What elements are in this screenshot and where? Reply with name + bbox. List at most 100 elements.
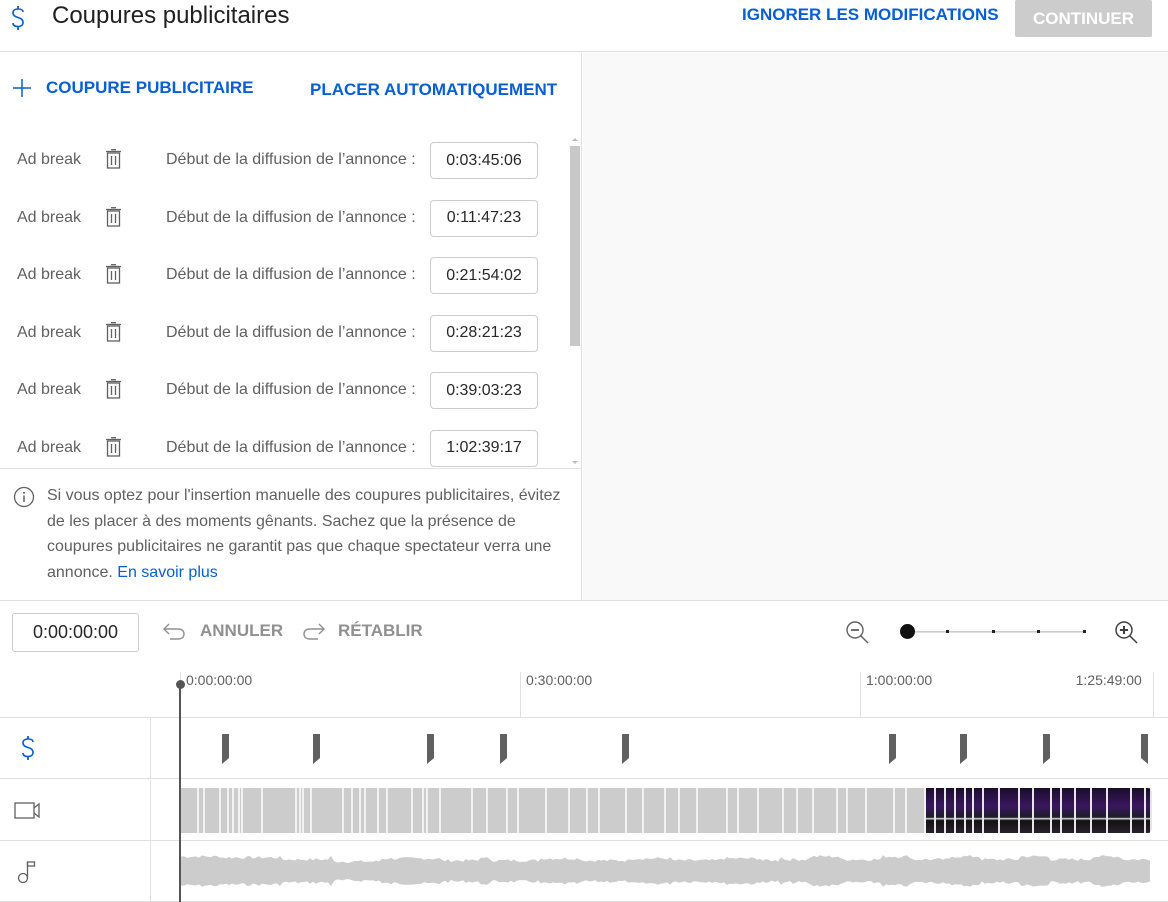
ad-start-time-input[interactable]: [430, 314, 538, 352]
video-thumbnail: [966, 788, 974, 833]
video-segment: [344, 788, 353, 833]
zoom-in-icon[interactable]: [1113, 619, 1139, 645]
video-segment: [388, 788, 413, 833]
ad-break-list: Ad break Début de la diffusion de l’annon…: [0, 136, 568, 468]
info-icon: [13, 486, 35, 508]
video-thumbnail: [946, 788, 956, 833]
ruler-tick-line: [1152, 672, 1154, 718]
video-segment: [570, 788, 588, 833]
ad-break-marker[interactable]: [312, 734, 321, 764]
video-segment: [588, 788, 600, 833]
ad-break-marker[interactable]: [221, 734, 230, 764]
ad-break-marker[interactable]: [889, 734, 897, 764]
ad-start-time-input[interactable]: [430, 429, 538, 467]
video-segment: [353, 788, 361, 833]
undo-icon: [163, 623, 185, 640]
video-thumbnail: [1020, 788, 1034, 833]
ad-break-label: Ad break: [17, 208, 82, 226]
video-segment: [698, 788, 728, 833]
ad-start-label: Début de la diffusion de l’annonce :: [166, 381, 416, 398]
add-ad-break-button[interactable]: COUPURE PUBLICITAIRE: [12, 78, 253, 98]
ad-break-marker[interactable]: [1042, 734, 1051, 764]
video-segment: [181, 788, 199, 833]
ad-start-label: Début de la diffusion de l’annonce :: [166, 208, 416, 226]
delete-icon[interactable]: [106, 264, 121, 284]
ad-break-label: Ad break: [17, 323, 82, 341]
video-segment: [680, 788, 698, 833]
video-thumbnail: [1062, 788, 1076, 833]
dollar-icon: [12, 6, 24, 30]
redo-label: RÉTABLIR: [338, 621, 423, 640]
video-thumbnail: [974, 788, 984, 833]
video-segment: [759, 788, 784, 833]
playhead-handle[interactable]: [175, 680, 185, 689]
preview-panel: [583, 53, 1168, 600]
page-title: Coupures publicitaires: [52, 2, 290, 29]
ad-breaks-panel: COUPURE PUBLICITAIRE PLACER AUTOMATIQUEM…: [0, 53, 582, 600]
delete-icon[interactable]: [106, 149, 121, 169]
video-thumbnail: [1076, 788, 1092, 833]
playhead[interactable]: [175, 680, 185, 902]
video-segment: [848, 788, 867, 833]
ad-start-time-input[interactable]: [430, 142, 538, 179]
ad-break-marker[interactable]: [621, 734, 630, 764]
video-segment: [304, 788, 312, 833]
zoom-slider-tick: [991, 630, 995, 633]
audio-track: [0, 841, 1168, 902]
continue-button[interactable]: CONTINUER: [1015, 0, 1152, 37]
track-header-video: [0, 780, 151, 840]
ad-break-label: Ad break: [17, 438, 82, 456]
video-thumbnail: [1092, 788, 1108, 833]
ad-start-time-input[interactable]: [430, 257, 538, 294]
zoom-slider-knob[interactable]: [899, 624, 915, 639]
scroll-up-arrow-icon[interactable]: [572, 138, 578, 141]
video-thumbnail: [956, 788, 966, 833]
ad-start-time-input[interactable]: [430, 199, 538, 237]
zoom-out-icon[interactable]: [844, 619, 870, 645]
ruler-tick-label: 1:00:00:00: [866, 672, 933, 688]
track-header-ads: [0, 718, 151, 778]
video-segment: [644, 788, 666, 833]
ad-break-marker[interactable]: [1141, 734, 1149, 764]
video-segment: [627, 788, 644, 833]
ad-break-actions: COUPURE PUBLICITAIRE PLACER AUTOMATIQUEM…: [0, 53, 582, 123]
learn-more-link[interactable]: En savoir plus: [117, 564, 218, 581]
delete-icon[interactable]: [106, 321, 121, 342]
add-ad-break-label: COUPURE PUBLICITAIRE: [46, 78, 254, 97]
ad-start-label: Début de la diffusion de l’annonce :: [166, 151, 416, 168]
ad-start-time-input[interactable]: [430, 372, 538, 409]
zoom-slider[interactable]: [899, 623, 1086, 639]
scrollbar-thumb[interactable]: [570, 146, 580, 346]
discard-changes-button[interactable]: IGNORER LES MODIFICATIONS: [742, 5, 999, 25]
video-segment: [895, 788, 907, 833]
ad-break-label: Ad break: [17, 266, 82, 283]
ad-start-label: Début de la diffusion de l’annonce :: [166, 323, 416, 341]
video-thumbnail: [1052, 788, 1062, 833]
delete-icon[interactable]: [106, 206, 121, 227]
ad-break-marker[interactable]: [500, 734, 508, 764]
video-segment: [413, 788, 424, 833]
scroll-down-arrow-icon[interactable]: [572, 461, 578, 464]
delete-icon[interactable]: [106, 436, 121, 457]
timeline-ruler[interactable]: 0:00:00:00 0:30:00:00 1:00:00:00 1:25:49:00: [0, 660, 1168, 718]
current-time-input[interactable]: [12, 613, 139, 652]
ad-break-marker[interactable]: [959, 734, 968, 764]
video-thumbnail: [926, 788, 936, 833]
timeline[interactable]: 0:00:00:00 0:30:00:00 1:00:00:00 1:25:49:00: [0, 660, 1168, 902]
video-segment: [508, 788, 519, 833]
ad-break-list-scrollbar[interactable]: [568, 136, 582, 468]
ruler-tick-label: 0:00:00:00: [186, 672, 253, 688]
video-segment: [312, 788, 344, 833]
video-segment: [784, 788, 798, 833]
redo-icon: [303, 623, 325, 640]
undo-button[interactable]: ANNULER: [162, 620, 283, 642]
video-segment: [728, 788, 739, 833]
ad-break-marker[interactable]: [427, 734, 435, 764]
delete-icon[interactable]: [106, 379, 121, 399]
video-track: [0, 780, 1168, 841]
auto-place-button[interactable]: PLACER AUTOMATIQUEMENT: [310, 80, 557, 100]
ruler-tick-label: 1:25:49:00: [1075, 672, 1142, 688]
dollar-icon: [22, 736, 34, 760]
video-segment: [366, 788, 379, 833]
redo-button[interactable]: RÉTABLIR: [300, 620, 423, 642]
